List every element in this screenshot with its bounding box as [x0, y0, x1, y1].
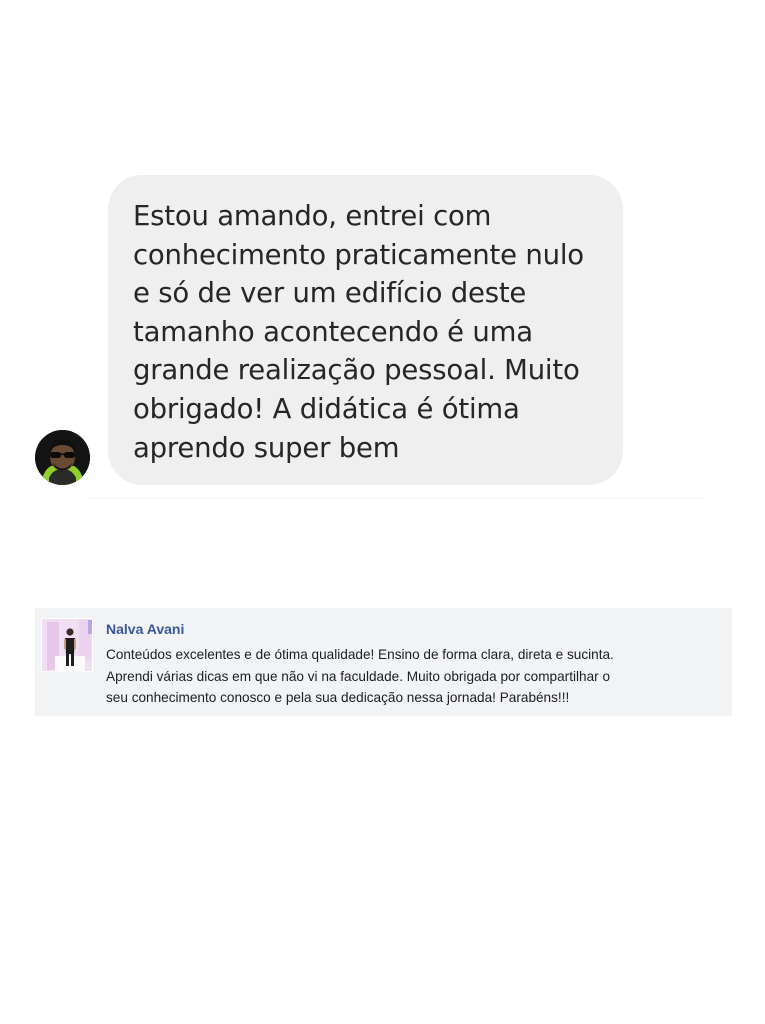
comment-text: Conteúdos excelentes e de ótima qualidad…	[106, 644, 724, 709]
chat-message-bubble: Estou amando, entrei com conhecimento pr…	[108, 175, 623, 485]
comment-text-line: Aprendi várias dicas em que não vi na fa…	[106, 668, 611, 684]
comment-text-line: seu conhecimento conosco e pela sua dedi…	[106, 690, 570, 705]
comment-card: Nalva Avani Conteúdos excelentes e de ót…	[35, 608, 732, 716]
user-avatar-photo-icon	[41, 618, 93, 672]
comment-body: Nalva Avani Conteúdos excelentes e de ót…	[106, 620, 724, 709]
comment-author-link[interactable]: Nalva Avani	[106, 620, 724, 638]
divider	[90, 498, 705, 499]
chat-message-text: Estou amando, entrei com conhecimento pr…	[133, 200, 584, 464]
user-avatar-sunglasses-icon	[35, 430, 90, 485]
comment-text-line: Conteúdos excelentes e de ótima qualidad…	[106, 647, 614, 662]
